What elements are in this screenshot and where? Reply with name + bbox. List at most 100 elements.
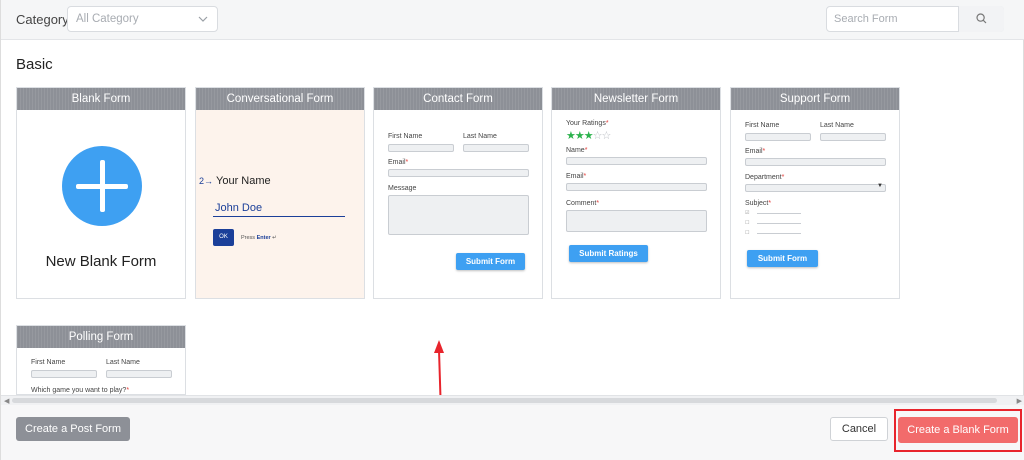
new-blank-form-label: New Blank Form [45,253,157,270]
submit-preview-button: Submit Form [456,253,525,270]
hint-key: Enter [256,235,271,241]
field-label: Department* [745,174,784,181]
option-line [757,223,801,224]
card-title: Contact Form [374,88,542,110]
field-label: Name* [566,147,587,154]
cancel-button[interactable]: Cancel [830,417,888,441]
field-preview [31,370,97,378]
conv-answer: John Doe [213,202,345,217]
conv-question-text: Your Name [216,175,271,187]
card-title: Conversational Form [196,88,364,110]
category-select-value: All Category [76,13,139,25]
required-mark: * [126,387,130,394]
field-preview [388,169,529,177]
template-card-conversational[interactable]: Conversational Form 2→ Your Name John Doe… [195,87,365,299]
checkbox-icon: ☑ [745,210,750,216]
hint-suffix: ↵ [270,235,277,241]
section-title: Basic [16,56,53,73]
toolbar: Category All Category Search Form [1,0,1024,40]
star-icon: ★ [574,130,585,142]
arrow-right-icon: 2→ [199,176,214,186]
field-preview [820,133,886,141]
field-preview [388,144,454,152]
required-mark: * [583,173,587,180]
field-preview [566,183,707,191]
field-preview [745,158,886,166]
card-title: Polling Form [17,326,185,348]
star-icon: ★ [583,130,594,142]
plus-icon [62,146,142,226]
template-card-support[interactable]: Support Form First Name Last Name Email*… [730,87,900,299]
category-select[interactable]: All Category [67,6,218,32]
field-preview [463,144,529,152]
submit-preview-button: Submit Ratings [569,245,648,262]
checkbox-icon: ☐ [745,230,750,236]
field-label: Your Ratings* [566,120,609,127]
field-label: Email* [388,159,408,166]
template-card-newsletter[interactable]: Newsletter Form Your Ratings* ★★★☆☆ Name… [551,87,721,299]
field-label-text: Your Ratings [566,120,606,127]
field-label: Last Name [106,359,140,366]
textarea-preview [388,195,529,235]
template-card-contact[interactable]: Contact Form First Name Last Name Email*… [373,87,543,299]
search-box: Search Form [826,6,1004,32]
star-icon: ★ [566,130,576,142]
horizontal-scrollbar[interactable]: ◀ ▶ [1,395,1024,405]
required-mark: * [762,148,766,155]
required-mark: * [596,200,600,207]
field-label: First Name [388,133,423,140]
star-rating: ★★★☆☆ [566,129,612,142]
template-card-blank[interactable]: Blank Form New Blank Form [16,87,186,299]
field-label-text: Comment [566,200,597,207]
footer: Create a Post Form Cancel Create a Blank… [1,405,1024,460]
create-post-form-button[interactable]: Create a Post Form [16,417,130,441]
required-mark: * [781,174,785,181]
search-button[interactable] [958,6,1004,32]
required-mark: * [405,159,409,166]
field-label-text: Subject [745,200,769,207]
hint-prefix: Press [241,235,257,241]
select-preview: ▼ [745,183,886,192]
scroll-left-icon[interactable]: ◀ [4,397,9,405]
field-label-text: Email [388,159,406,166]
card-title: Blank Form [17,88,185,110]
template-card-polling[interactable]: Polling Form First Name Last Name Which … [16,325,186,395]
field-label-text: Email [566,173,584,180]
field-label: Last Name [463,133,497,140]
conv-hint: Press Enter ↵ [241,235,277,241]
field-label: Comment* [566,200,599,207]
field-label-text: Email [745,148,763,155]
search-input[interactable]: Search Form [834,13,898,25]
card-title: Support Form [731,88,899,110]
category-label: Category [16,12,69,27]
checkbox-icon: ☐ [745,220,750,226]
required-mark: * [605,120,609,127]
card-title: Newsletter Form [552,88,720,110]
option-line [757,233,801,234]
submit-preview-button: Submit Form [747,250,818,267]
required-mark: * [584,147,588,154]
create-blank-form-button[interactable]: Create a Blank Form [898,417,1018,443]
field-label: Email* [745,148,765,155]
field-label: First Name [31,359,66,366]
form-template-picker: Category All Category Search Form Basic … [0,0,1024,460]
field-preview [745,133,811,141]
star-outline-icon: ☆ [601,130,612,142]
textarea-preview [566,210,707,232]
field-label: Which game you want to play?* [31,387,129,394]
chevron-down-icon [198,16,208,22]
field-label: Message [388,185,417,192]
field-preview [566,157,707,165]
conv-ok-button: OK [213,229,234,246]
conv-question: 2→ Your Name [199,175,271,187]
field-label-text: Name [566,147,585,154]
field-label: Email* [566,173,586,180]
field-label-text: Department [745,174,782,181]
field-preview [106,370,172,378]
field-label: Last Name [820,122,854,129]
option-line [757,213,801,214]
scroll-right-icon[interactable]: ▶ [1017,397,1022,405]
required-mark: * [768,200,772,207]
scrollbar-thumb[interactable] [12,398,997,403]
star-outline-icon: ☆ [592,130,603,142]
